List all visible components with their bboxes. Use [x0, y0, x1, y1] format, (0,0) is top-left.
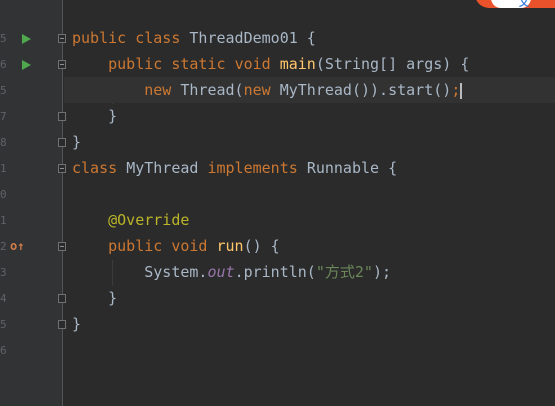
code-line: System.out.println("方式2"); [72, 259, 555, 285]
fold-end-icon[interactable] [58, 320, 66, 329]
code-token: ); [372, 263, 391, 281]
fold-end-icon[interactable] [58, 138, 66, 147]
line-number: 5 [0, 84, 6, 97]
code-token: } [72, 107, 118, 125]
line-number: 1 [0, 162, 6, 175]
line-number: 0 [0, 188, 6, 201]
run-main-icon[interactable] [22, 60, 31, 70]
line-number: 8 [0, 136, 6, 149]
ime-icon: 文 [519, 0, 529, 9]
line-number: 5 [0, 32, 6, 45]
line-number: 4 [0, 292, 6, 305]
line-number: 6 [0, 58, 6, 71]
code-token: void [171, 237, 217, 255]
run-class-icon[interactable] [22, 34, 31, 44]
code-line: } [72, 129, 555, 155]
fold-end-icon[interactable] [58, 294, 66, 303]
code-line-current: new Thread(new MyThread()).start(); [64, 77, 555, 103]
code-token: public [72, 29, 136, 47]
code-token: implements [207, 159, 307, 177]
code-token: } [72, 289, 118, 307]
line-number: 6 [0, 344, 6, 357]
code-line: @Override [72, 207, 555, 233]
code-token: } [72, 133, 82, 151]
line-number: 7 [0, 110, 6, 123]
implements-method-icon[interactable]: o↑ [10, 233, 24, 259]
code-token: "方式2" [315, 263, 373, 281]
code-line: public class ThreadDemo01 { [72, 25, 555, 51]
code-token: .println( [234, 263, 316, 281]
code-token: new [72, 81, 181, 99]
fold-class-icon[interactable] [58, 164, 66, 173]
code-line: public static void main(String[] args) { [72, 51, 555, 77]
code-token: ; [451, 81, 461, 99]
fold-method-icon[interactable] [58, 242, 66, 251]
code-token: (String[] args) { [315, 55, 470, 73]
code-token: } [72, 315, 82, 333]
line-number: 5 [0, 318, 6, 331]
line-number: 3 [0, 266, 6, 279]
code-token: public [72, 55, 172, 73]
text-caret [460, 82, 463, 99]
code-line: } [72, 311, 555, 337]
code-token: Runnable { [306, 159, 398, 177]
line-number: 1 [0, 214, 6, 227]
code-token: out [207, 263, 235, 281]
code-editor[interactable]: public class ThreadDemo01 { public stati… [64, 25, 555, 337]
code-line: class MyThread implements Runnable { [72, 155, 555, 181]
code-token: public [72, 237, 172, 255]
code-line: public void run() { [72, 233, 555, 259]
fold-method-icon[interactable] [58, 60, 66, 69]
fold-end-icon[interactable] [58, 112, 66, 121]
line-number: 2 [0, 240, 6, 253]
code-token: () { [243, 237, 280, 255]
code-line: } [72, 103, 555, 129]
code-token: MyThread()).start() [279, 81, 452, 99]
code-token: class [135, 29, 190, 47]
code-token: void [234, 55, 280, 73]
code-token: static [171, 55, 235, 73]
fold-class-icon[interactable] [58, 34, 66, 43]
code-token: System. [72, 263, 208, 281]
code-token: ThreadDemo01 { [189, 29, 316, 47]
code-token: run [216, 237, 244, 255]
code-token: new [243, 81, 280, 99]
code-token: @Override [108, 211, 190, 229]
code-token: MyThread [126, 159, 208, 177]
code-token: class [72, 159, 127, 177]
code-line: } [72, 285, 555, 311]
code-token: Thread( [180, 81, 244, 99]
code-token: main [279, 55, 316, 73]
editor-gutter: 5 6 5 7 8 1 0 1 2 3 4 5 6 o↑ [0, 0, 66, 406]
